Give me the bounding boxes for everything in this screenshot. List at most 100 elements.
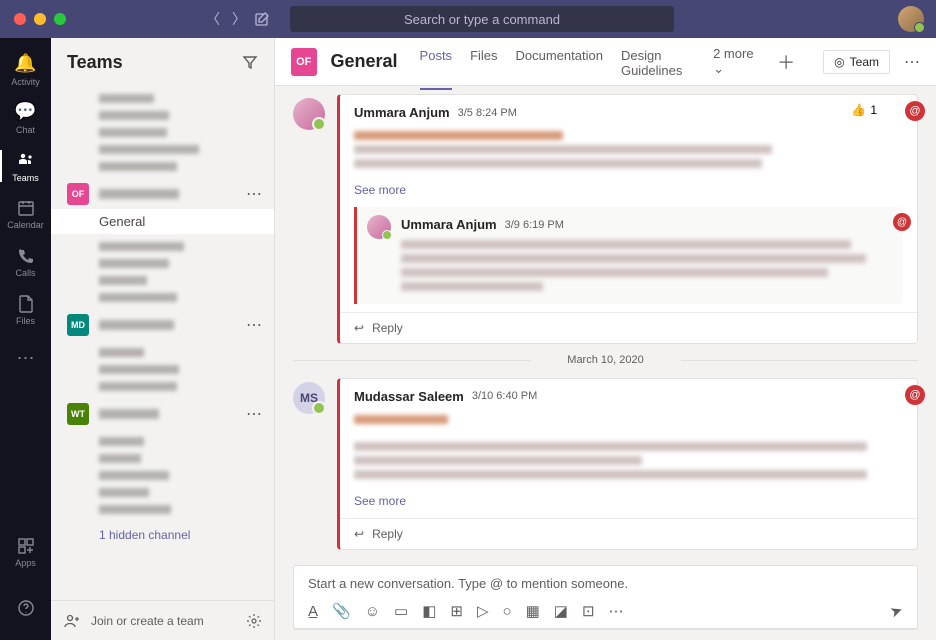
rail-calendar[interactable]: Calendar bbox=[0, 190, 51, 238]
channel-blur[interactable] bbox=[99, 259, 169, 268]
see-more-link[interactable]: See more bbox=[340, 183, 917, 207]
app3-icon[interactable]: ⊡ bbox=[582, 602, 595, 620]
compose-box[interactable]: Start a new conversation. Type @ to ment… bbox=[293, 565, 918, 630]
message-time: 3/5 8:24 PM bbox=[458, 107, 517, 119]
org-icon: ◎ bbox=[834, 55, 844, 69]
message: 👍 1 @ Ummara Anjum 3/5 8:24 PM See more bbox=[293, 94, 918, 344]
rail-more[interactable]: ⋯ bbox=[0, 334, 51, 382]
filter-icon[interactable] bbox=[242, 54, 258, 70]
tab-design-guidelines[interactable]: Design Guidelines bbox=[621, 34, 699, 90]
reply-icon: ↩ bbox=[354, 321, 364, 335]
team-header[interactable]: MD ⋯ bbox=[51, 310, 274, 340]
channel-blur[interactable] bbox=[99, 505, 171, 514]
team-block: MD ⋯ bbox=[51, 310, 274, 391]
tab-documentation[interactable]: Documentation bbox=[516, 34, 603, 90]
channel-blur[interactable] bbox=[99, 437, 144, 446]
avatar[interactable] bbox=[293, 98, 325, 130]
avatar[interactable]: MS bbox=[293, 382, 325, 414]
nav-back-icon[interactable]: 〈 bbox=[206, 9, 220, 29]
join-create-team[interactable]: Join or create a team bbox=[51, 600, 274, 640]
channel-blur bbox=[99, 145, 199, 154]
gif-icon[interactable]: ▭ bbox=[394, 602, 408, 620]
avatar bbox=[367, 215, 391, 239]
compose-input[interactable]: Start a new conversation. Type @ to ment… bbox=[294, 566, 917, 602]
channel-blur[interactable] bbox=[99, 293, 177, 302]
team-more-icon[interactable]: ⋯ bbox=[246, 404, 262, 424]
new-message-icon[interactable] bbox=[254, 11, 270, 27]
channel-blur[interactable] bbox=[99, 488, 149, 497]
team-badge: OF bbox=[67, 183, 89, 205]
stream-icon[interactable]: ▷ bbox=[477, 602, 489, 620]
reply-button[interactable]: ↩ Reply bbox=[340, 312, 917, 343]
teams-panel: Teams OF ⋯ General bbox=[51, 38, 275, 640]
mention-badge: @ bbox=[905, 385, 925, 405]
team-badge: WT bbox=[67, 403, 89, 425]
profile-avatar[interactable] bbox=[898, 6, 924, 32]
gear-icon[interactable] bbox=[246, 613, 262, 629]
hidden-channels-link[interactable]: 1 hidden channel bbox=[51, 522, 274, 548]
apps-icon bbox=[17, 537, 35, 555]
more-tabs[interactable]: 2 more ⌄ bbox=[713, 46, 763, 77]
team-header[interactable]: WT ⋯ bbox=[51, 399, 274, 429]
rail-files[interactable]: Files bbox=[0, 286, 51, 334]
maximize-button[interactable] bbox=[54, 13, 66, 25]
team-button[interactable]: ◎ Team bbox=[823, 50, 890, 74]
add-tab-icon[interactable]: ＋ bbox=[777, 49, 795, 75]
rail-teams[interactable]: Teams bbox=[0, 142, 51, 190]
nav-forward-icon[interactable]: 〉 bbox=[232, 9, 246, 29]
teams-icon bbox=[16, 150, 36, 170]
rail-chat[interactable]: 💬 Chat bbox=[0, 94, 51, 142]
sticker-icon[interactable]: ◧ bbox=[422, 602, 436, 620]
team-more-icon[interactable]: ⋯ bbox=[246, 315, 262, 335]
reply-icon: ↩ bbox=[354, 527, 364, 541]
rail-calls[interactable]: Calls bbox=[0, 238, 51, 286]
bell-icon: 🔔 bbox=[14, 53, 36, 74]
format-icon[interactable]: A̲ bbox=[308, 603, 318, 620]
help-icon bbox=[17, 599, 35, 617]
channel-header: OF General Posts Files Documentation Des… bbox=[275, 38, 936, 86]
more-apps-icon[interactable]: ⋯ bbox=[609, 602, 624, 620]
channel-blur[interactable] bbox=[99, 276, 147, 285]
emoji-icon[interactable]: ☺ bbox=[365, 603, 380, 620]
rail-help[interactable] bbox=[0, 584, 51, 632]
tab-posts[interactable]: Posts bbox=[420, 34, 453, 90]
channel-blur bbox=[99, 111, 169, 120]
minimize-button[interactable] bbox=[34, 13, 46, 25]
close-button[interactable] bbox=[14, 13, 26, 25]
app-rail: 🔔 Activity 💬 Chat Teams Calendar Calls bbox=[0, 38, 51, 640]
channel-blur[interactable] bbox=[99, 471, 169, 480]
app-icon[interactable]: ▦ bbox=[526, 602, 540, 620]
team-more-icon[interactable]: ⋯ bbox=[246, 184, 262, 204]
chat-icon: 💬 bbox=[14, 101, 36, 122]
message-author: Mudassar Saleem bbox=[354, 389, 464, 404]
team-header[interactable]: OF ⋯ bbox=[51, 179, 274, 209]
message-card[interactable]: 👍 1 @ Ummara Anjum 3/5 8:24 PM See more bbox=[337, 94, 918, 344]
channel-blur[interactable] bbox=[99, 242, 184, 251]
message-body bbox=[340, 124, 917, 183]
message-body bbox=[340, 408, 917, 494]
channel-general[interactable]: General bbox=[51, 209, 274, 234]
praise-icon[interactable]: ○ bbox=[503, 603, 512, 620]
tab-files[interactable]: Files bbox=[470, 34, 497, 90]
more-icon: ⋯ bbox=[17, 348, 35, 369]
attach-icon[interactable]: 📎 bbox=[332, 602, 351, 620]
team-name bbox=[99, 189, 179, 199]
meet-icon[interactable]: ⊞ bbox=[450, 602, 463, 620]
send-icon[interactable]: ➤ bbox=[888, 600, 906, 621]
message-card[interactable]: @ Mudassar Saleem 3/10 6:40 PM See more bbox=[337, 378, 918, 550]
channel-blur[interactable] bbox=[99, 348, 144, 357]
see-more-link[interactable]: See more bbox=[340, 494, 917, 518]
reaction[interactable]: 👍 1 bbox=[851, 103, 877, 117]
mention-badge: @ bbox=[893, 213, 911, 231]
channel-blur[interactable] bbox=[99, 382, 177, 391]
channel-blur[interactable] bbox=[99, 454, 141, 463]
reply-button[interactable]: ↩ Reply bbox=[340, 518, 917, 549]
rail-activity[interactable]: 🔔 Activity bbox=[0, 46, 51, 94]
channel-more-icon[interactable]: ⋯ bbox=[904, 52, 920, 72]
app2-icon[interactable]: ◪ bbox=[554, 602, 568, 620]
channel-blur[interactable] bbox=[99, 365, 179, 374]
search-input[interactable]: Search or type a command bbox=[290, 6, 674, 32]
rail-apps[interactable]: Apps bbox=[0, 528, 51, 576]
channel-content: OF General Posts Files Documentation Des… bbox=[275, 38, 936, 640]
nested-reply[interactable]: Ummara Anjum 3/9 6:19 PM @ bbox=[354, 207, 903, 304]
